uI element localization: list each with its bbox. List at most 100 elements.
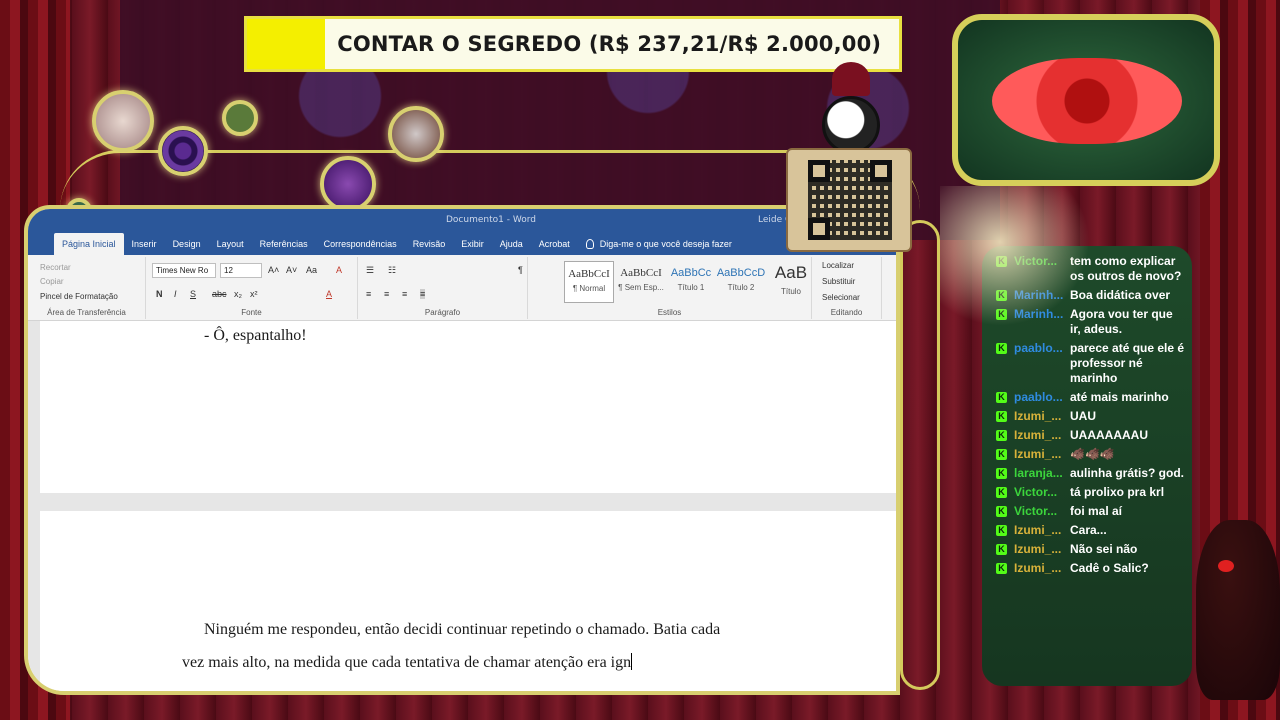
style-normal[interactable]: AaBbCcI ¶ Normal [564,261,614,303]
chat-message: Klaranja... aulinha grátis? god. [996,466,1186,481]
qr-corner [870,160,892,182]
tab-referencias[interactable]: Referências [252,233,316,255]
tab-design[interactable]: Design [165,233,209,255]
italic-button[interactable]: I [174,289,177,299]
goal-text: CONTAR O SEGREDO (R$ 237,21/R$ 2.000,00) [337,32,882,56]
chat-text: Cara... [1070,523,1107,537]
style-heading-1[interactable]: AaBbCc Título 1 [666,261,716,303]
select-button[interactable]: Selecionar [822,293,860,302]
chat-username[interactable]: laranja... [1014,466,1070,481]
change-case-button[interactable]: Aa [306,265,317,275]
style-sample: AaBbCcD [716,267,766,279]
subscript-button[interactable]: x₂ [234,289,242,299]
grow-font-button[interactable]: A˄ [268,265,279,275]
chat-message: Kpaablo... parece até que ele é professor… [996,341,1186,386]
chat-text: tá prolixo pra krl [1070,485,1165,499]
editing-label: Editando [830,308,863,317]
cut-button[interactable]: Recortar [40,263,71,272]
chat-username[interactable]: paablo... [1014,390,1070,405]
chat-message: Kpaablo... até mais marinho [996,390,1186,405]
tab-revisao[interactable]: Revisão [405,233,454,255]
kick-badge-icon: K [996,487,1007,498]
chat-text: até mais marinho [1070,390,1169,404]
chat-text: aulinha grátis? god. [1070,466,1185,480]
align-left-icon[interactable]: ≡ [366,289,371,299]
pilcrow-button[interactable]: ¶ [518,265,523,275]
bullets-icon[interactable]: ☰ [366,265,374,276]
style-no-spacing[interactable]: AaBbCcI ¶ Sem Esp... [616,261,666,303]
kick-badge-icon: K [996,506,1007,517]
format-painter-button[interactable]: Pincel de Formatação [40,292,118,301]
chat-message: K Izumi_... 🐗🐗🐗 [996,447,1186,462]
chat-text: parece até que ele é professor né marinh… [1070,341,1185,385]
styles-group: AaBbCcI ¶ Normal AaBbCcI ¶ Sem Esp... Aa… [528,257,812,319]
chat-message: K Izumi_... UAU [996,409,1186,424]
style-name: Título 1 [677,283,705,292]
ribbon: Recortar Copiar Pincel de Formatação Áre… [28,255,896,321]
clear-formatting-button[interactable]: A [336,265,342,275]
bold-button[interactable]: N [156,289,163,299]
numbering-icon[interactable]: ☷ [388,265,396,276]
tab-exibir[interactable]: Exibir [453,233,492,255]
tab-pagina-inicial[interactable]: Página Inicial [54,233,124,255]
paragraph-group: ☰ ☷ ¶ ≡ ≡ ≡ ≡ Parágrafo [358,257,528,319]
document-area[interactable]: - Ô, espantalho! Ninguém me respondeu, e… [28,321,896,691]
eye-frame [952,14,1220,186]
underline-button[interactable]: S [190,289,196,299]
find-button[interactable]: Localizar [822,261,854,270]
align-center-icon[interactable]: ≡ [384,289,389,299]
chat-username[interactable]: paablo... [1014,341,1070,386]
chat-message: K Victor... foi mal aí [996,504,1186,519]
tab-inserir[interactable]: Inserir [124,233,165,255]
tell-me-search[interactable]: Diga-me o que você deseja fazer [578,233,740,255]
font-label: Fonte [241,308,262,317]
tell-me-label: Diga-me o que você deseja fazer [599,239,732,249]
style-title[interactable]: AaB Título [766,261,816,303]
replace-button[interactable]: Substituir [822,277,855,286]
kick-badge-icon: K [996,525,1007,536]
chat-message: K Izumi_... Não sei não [996,542,1186,557]
lightbulb-icon [585,239,594,249]
tab-acrobat[interactable]: Acrobat [531,233,578,255]
tab-layout[interactable]: Layout [209,233,252,255]
word-window: Documento1 - Word Leide Gon Página Inici… [24,205,900,695]
chat-username[interactable]: Victor... [1014,504,1070,519]
font-color-button[interactable]: A [326,289,332,299]
kick-badge-icon: K [996,392,1007,403]
chat-message: K Izumi_... Cara... [996,523,1186,538]
chat-username[interactable]: Izumi_... [1014,409,1070,424]
chat-username[interactable]: Izumi_... [1014,428,1070,443]
chat-username[interactable]: Izumi_... [1014,447,1070,462]
strikethrough-button[interactable]: abc [212,289,227,299]
paragraph-label: Parágrafo [424,308,461,317]
copy-button[interactable]: Copiar [40,277,64,286]
chat-username[interactable]: Izumi_... [1014,542,1070,557]
clipboard-label: Área de Transferência [47,308,126,317]
kick-badge-icon: K [996,563,1007,574]
justify-icon[interactable]: ≡ [420,289,426,299]
ghost-character [940,186,1090,326]
chat-text: foi mal aí [1070,504,1123,518]
kick-badge-icon: K [996,343,1007,354]
tab-correspondencias[interactable]: Correspondências [316,233,405,255]
tab-ajuda[interactable]: Ajuda [492,233,531,255]
chat-text: 🐗🐗🐗 [1070,447,1115,461]
gold-vine-right [900,220,940,690]
align-right-icon[interactable]: ≡ [402,289,407,299]
superscript-button[interactable]: x² [250,289,258,299]
font-size-select[interactable]: 12 [220,263,262,278]
document-page[interactable]: Ninguém me respondeu, então decidi conti… [40,511,896,691]
shrink-font-button[interactable]: A˅ [286,265,297,275]
chat-text: UAU [1070,409,1096,423]
document-text: - Ô, espantalho! [204,327,307,344]
qr-corner [808,218,830,240]
chat-username[interactable]: Izumi_... [1014,561,1070,576]
font-name-select[interactable]: Times New Ro [152,263,216,278]
chat-username[interactable]: Izumi_... [1014,523,1070,538]
style-sample: AaB [774,263,808,282]
style-heading-2[interactable]: AaBbCcD Título 2 [716,261,766,303]
chat-text: UAAAAAAAU [1070,428,1148,442]
document-page[interactable]: - Ô, espantalho! [40,321,896,493]
chat-username[interactable]: Victor... [1014,485,1070,500]
style-name: Título [780,287,801,296]
